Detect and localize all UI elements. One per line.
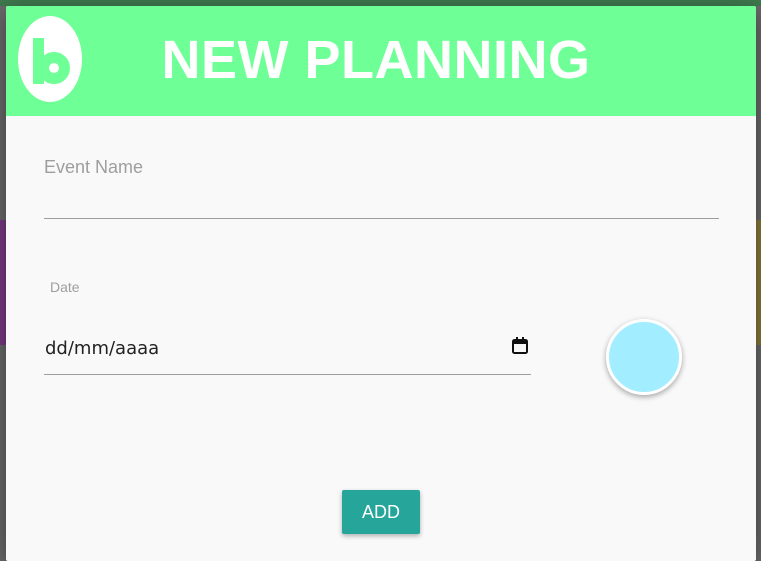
date-input-placeholder: dd/mm/aaaa — [45, 338, 160, 359]
color-picker-swatch[interactable] — [606, 319, 682, 395]
letter-b-logo-icon — [18, 16, 82, 102]
event-name-label: Event Name — [44, 157, 144, 177]
event-name-input[interactable] — [44, 184, 719, 219]
new-planning-dialog: NEW PLANNING Event Name Date dd/mm/aaaa … — [6, 6, 756, 561]
date-input[interactable]: dd/mm/aaaa — [44, 328, 531, 375]
dialog-header: NEW PLANNING — [6, 6, 756, 116]
calendar-icon[interactable] — [512, 337, 528, 354]
dialog-title: NEW PLANNING — [161, 30, 591, 90]
add-button[interactable]: ADD — [342, 490, 420, 534]
date-label: Date — [50, 279, 80, 295]
